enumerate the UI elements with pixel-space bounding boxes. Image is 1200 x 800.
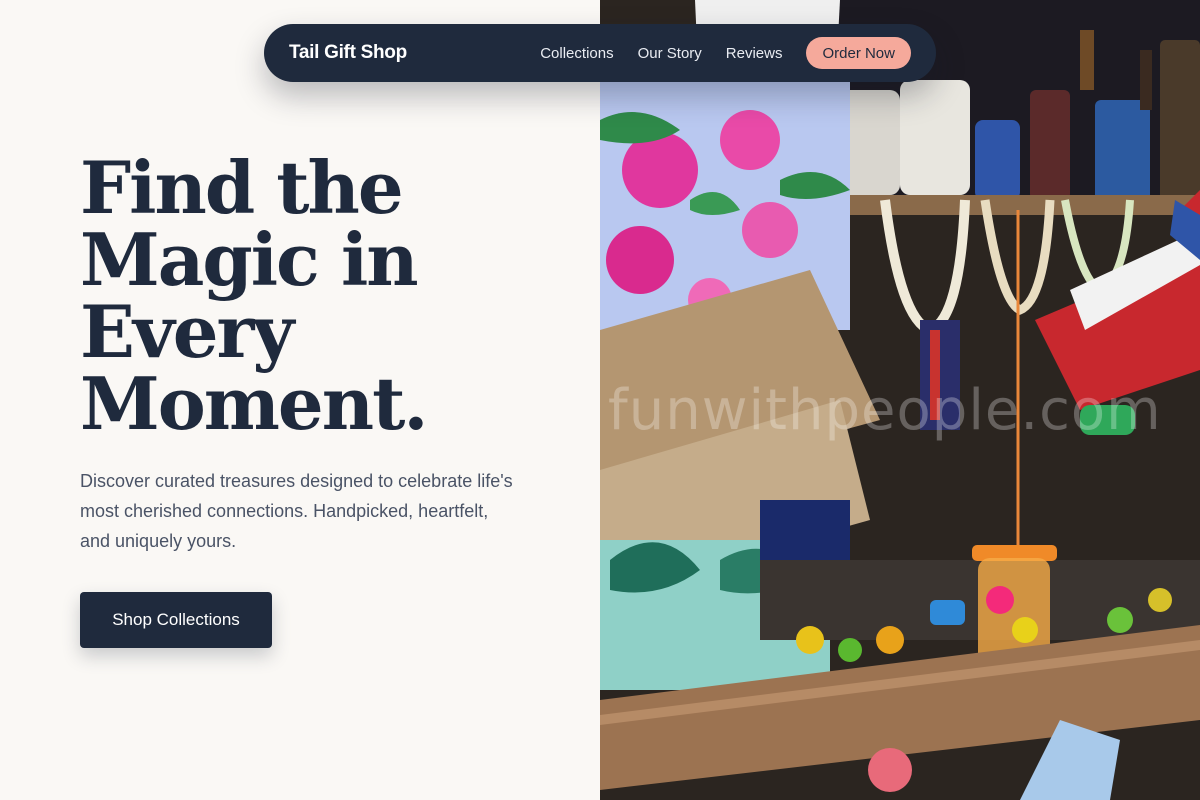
order-now-button[interactable]: Order Now xyxy=(806,37,911,69)
hero-subtext: Discover curated treasures designed to c… xyxy=(80,471,513,551)
photo-watermark: funwithpeople.com xyxy=(608,378,1162,443)
headline-line: Magic in xyxy=(80,217,419,302)
nav-links: Collections Our Story Reviews Order Now xyxy=(540,37,911,69)
shop-collections-button[interactable]: Shop Collections xyxy=(80,592,272,648)
landing-page: Find the Magic in Every Moment. Discover… xyxy=(0,0,1200,800)
hero-headline: Find the Magic in Every Moment. xyxy=(80,152,560,440)
hero-photo-gift-market-stall: funwithpeople.com xyxy=(600,0,1200,800)
nav-link-collections[interactable]: Collections xyxy=(540,45,613,62)
headline-line: Every xyxy=(80,289,294,374)
hero-text-section: Find the Magic in Every Moment. Discover… xyxy=(0,0,600,800)
brand-logo[interactable]: Tail Gift Shop xyxy=(289,42,407,64)
headline-line: Find the xyxy=(80,145,404,230)
nav-link-reviews[interactable]: Reviews xyxy=(726,45,783,62)
nav-link-our-story[interactable]: Our Story xyxy=(638,45,702,62)
headline-line: Moment. xyxy=(80,361,428,446)
top-navbar: Tail Gift Shop Collections Our Story Rev… xyxy=(264,24,936,82)
